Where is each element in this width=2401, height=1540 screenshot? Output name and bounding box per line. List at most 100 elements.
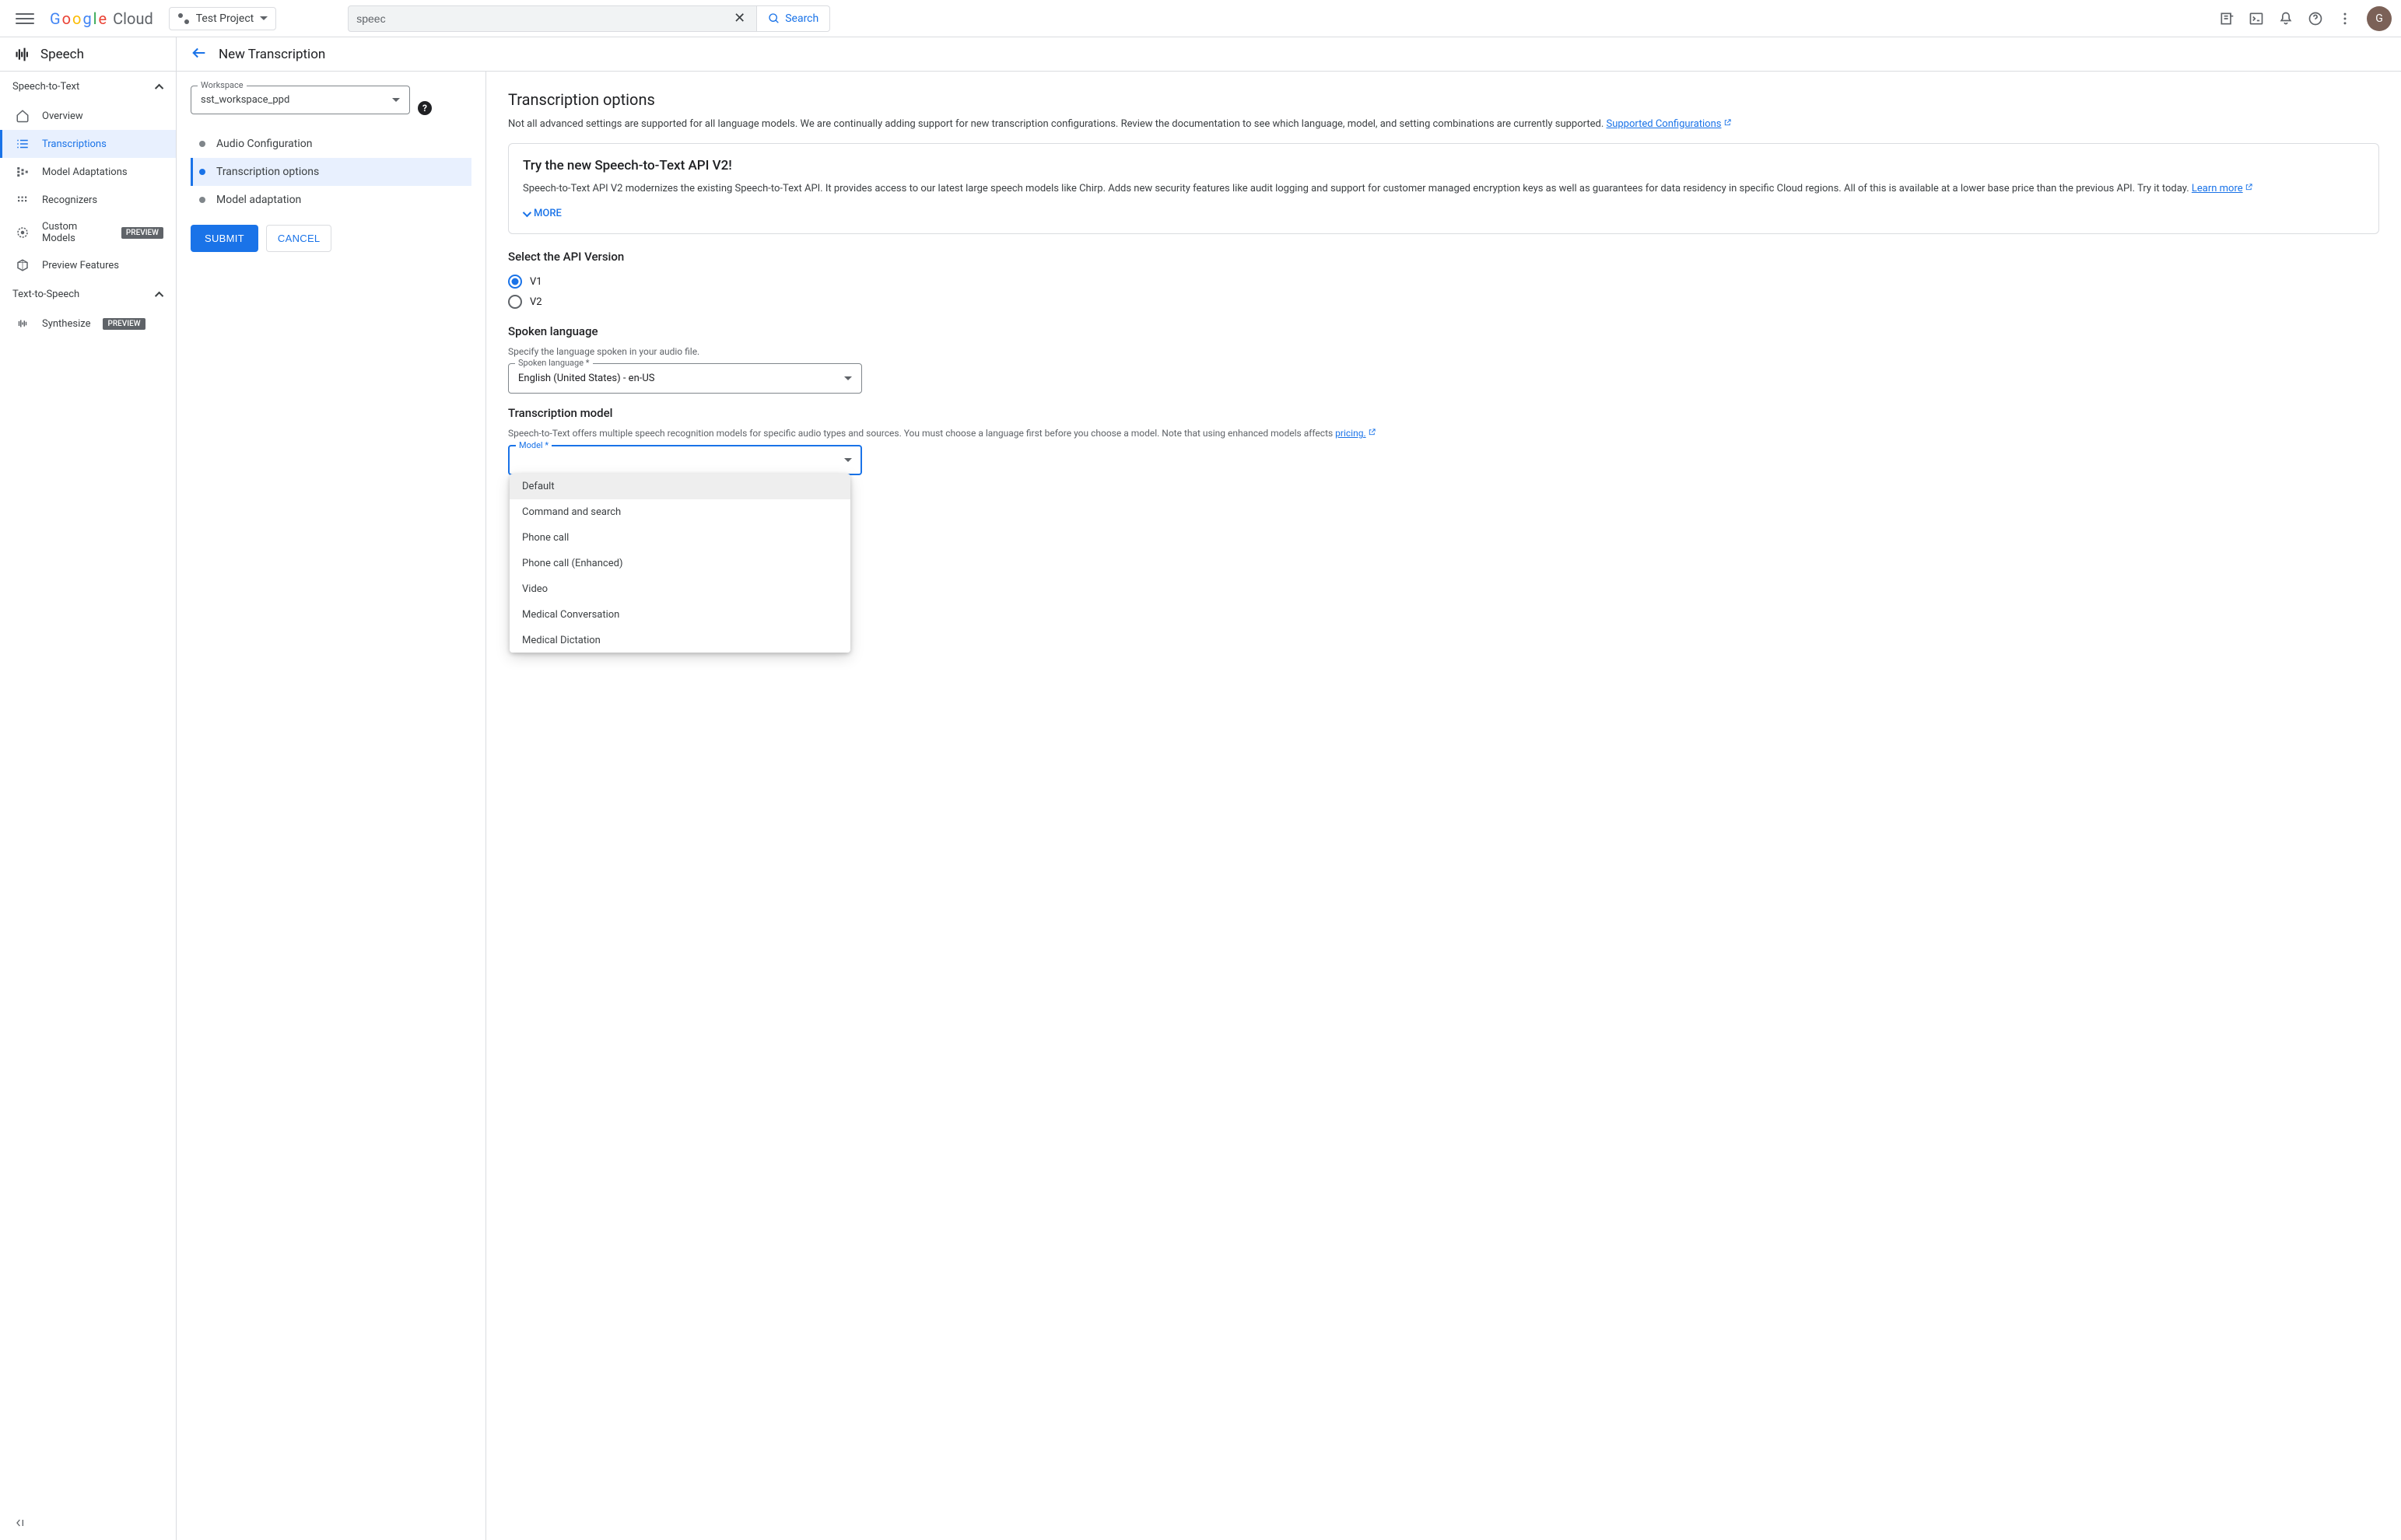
sidenav-section-stt[interactable]: Speech-to-Text [0, 72, 176, 102]
preview-chip: PREVIEW [121, 227, 163, 239]
more-icon[interactable] [2337, 11, 2353, 26]
api-version-title: Select the API Version [508, 250, 2379, 264]
radio-v1[interactable]: V1 [508, 271, 2379, 292]
dropdown-item-video[interactable]: Video [510, 576, 850, 602]
spoken-language-helper: Specify the language spoken in your audi… [508, 346, 2379, 357]
step-panel: Workspace sst_workspace_ppd ? Audio Conf… [177, 72, 486, 1540]
radio-icon [508, 275, 522, 289]
chevron-down-icon [844, 376, 852, 380]
google-cloud-logo[interactable]: Google Cloud [50, 9, 153, 28]
help-icon[interactable]: ? [418, 101, 432, 115]
model-dropdown-menu: Default Command and search Phone call Ph… [510, 474, 850, 653]
select-value [518, 454, 521, 466]
recognizers-icon [16, 193, 30, 207]
topbar-right: G [2219, 6, 2392, 31]
avatar[interactable]: G [2367, 6, 2392, 31]
custom-models-icon [16, 226, 30, 240]
dropdown-item-medical-conversation[interactable]: Medical Conversation [510, 602, 850, 628]
submit-button[interactable]: SUBMIT [191, 225, 258, 252]
top-bar: Google Cloud Test Project ✕ Search G [0, 0, 2401, 37]
search-input-wrap: ✕ [348, 5, 757, 32]
content-header: New Transcription [177, 37, 2401, 72]
project-icon [177, 12, 190, 25]
cancel-button[interactable]: CANCEL [266, 225, 332, 252]
sidenav-item-transcriptions[interactable]: Transcriptions [0, 130, 176, 158]
sidenav-item-overview[interactable]: Overview [0, 102, 176, 130]
chevron-up-icon [155, 83, 163, 92]
chevron-down-icon [844, 458, 852, 462]
hamburger-icon[interactable] [9, 3, 40, 34]
workspace-field-label: Workspace [198, 80, 247, 90]
sidenav-item-recognizers[interactable]: Recognizers [0, 186, 176, 214]
preview-icon [16, 258, 30, 272]
radio-icon [508, 295, 522, 309]
project-name: Test Project [196, 12, 254, 25]
side-nav: Speech Speech-to-Text Overview Transcrip… [0, 37, 177, 1540]
workspace-value: sst_workspace_ppd [201, 94, 289, 106]
sidenav-item-model-adaptations[interactable]: Model Adaptations [0, 158, 176, 186]
step-dot-icon [199, 197, 205, 203]
chevron-down-icon [523, 208, 531, 217]
chevron-up-icon [155, 291, 163, 299]
select-label: Spoken language * [515, 358, 593, 368]
synthesize-icon [16, 317, 30, 331]
help-icon[interactable] [2308, 11, 2323, 26]
transcription-model-title: Transcription model [508, 406, 2379, 420]
supported-configs-link[interactable]: Supported Configurations [1607, 118, 1732, 130]
search-icon [768, 12, 780, 25]
search-button-label: Search [785, 12, 818, 25]
pricing-link[interactable]: pricing. [1335, 428, 1376, 439]
page-title: New Transcription [219, 47, 325, 62]
learn-more-link[interactable]: Learn more [2192, 183, 2253, 194]
script-icon[interactable] [2219, 11, 2235, 26]
sidenav-section-tts[interactable]: Text-to-Speech [0, 279, 176, 310]
chevron-down-icon [260, 16, 268, 20]
sidenav-item-synthesize[interactable]: Synthesize PREVIEW [0, 310, 176, 338]
dropdown-item-medical-dictation[interactable]: Medical Dictation [510, 628, 850, 653]
api-v2-card: Try the new Speech-to-Text API V2! Speec… [508, 143, 2379, 235]
section-title: Transcription options [508, 90, 2379, 109]
spoken-language-select[interactable]: Spoken language * English (United States… [508, 363, 862, 394]
chevron-down-icon [392, 98, 400, 102]
dropdown-item-phone-call-enhanced[interactable]: Phone call (Enhanced) [510, 551, 850, 576]
sidenav-brand-label: Speech [40, 47, 84, 62]
model-select[interactable]: Model * Default Command and search Phone… [508, 445, 862, 475]
transcriptions-icon [16, 137, 30, 151]
step-audio-config[interactable]: Audio Configuration [191, 130, 471, 158]
card-body: Speech-to-Text API V2 modernizes the exi… [523, 181, 2364, 198]
cloud-shell-icon[interactable] [2249, 11, 2264, 26]
step-dot-icon [199, 141, 205, 147]
back-arrow-icon[interactable] [191, 44, 208, 65]
step-model-adaptation[interactable]: Model adaptation [191, 186, 471, 214]
more-button[interactable]: MORE [523, 208, 2364, 219]
external-link-icon [1368, 428, 1376, 436]
dropdown-item-default[interactable]: Default [510, 474, 850, 499]
sidenav-item-preview-features[interactable]: Preview Features [0, 251, 176, 279]
sidenav-header[interactable]: Speech [0, 37, 176, 72]
clear-icon[interactable]: ✕ [731, 10, 748, 26]
radio-v2[interactable]: V2 [508, 292, 2379, 312]
stepper: Audio Configuration Transcription option… [191, 130, 471, 214]
collapse-sidenav-button[interactable] [14, 1517, 26, 1532]
workspace-selector[interactable]: Workspace sst_workspace_ppd [191, 86, 410, 114]
step-dot-icon [199, 169, 205, 175]
external-link-icon [2245, 183, 2253, 191]
card-title: Try the new Speech-to-Text API V2! [523, 158, 2364, 173]
preview-chip: PREVIEW [103, 318, 145, 330]
sidenav-item-custom-models[interactable]: Custom Models PREVIEW [0, 214, 176, 251]
dropdown-item-command-search[interactable]: Command and search [510, 499, 850, 525]
notifications-icon[interactable] [2278, 11, 2294, 26]
select-value: English (United States) - en-US [518, 373, 655, 384]
spoken-language-title: Spoken language [508, 324, 2379, 338]
search-input[interactable] [356, 6, 731, 31]
transcription-model-helper: Speech-to-Text offers multiple speech re… [508, 428, 2379, 439]
main-panel: Transcription options Not all advanced s… [486, 72, 2401, 1540]
project-selector[interactable]: Test Project [169, 7, 276, 30]
step-transcription-options[interactable]: Transcription options [191, 158, 471, 186]
search-button[interactable]: Search [757, 5, 830, 32]
home-icon [16, 109, 30, 123]
section-desc: Not all advanced settings are supported … [508, 117, 2379, 132]
content: New Transcription Workspace sst_workspac… [177, 37, 2401, 1540]
select-label: Model * [516, 440, 552, 450]
dropdown-item-phone-call[interactable]: Phone call [510, 525, 850, 551]
